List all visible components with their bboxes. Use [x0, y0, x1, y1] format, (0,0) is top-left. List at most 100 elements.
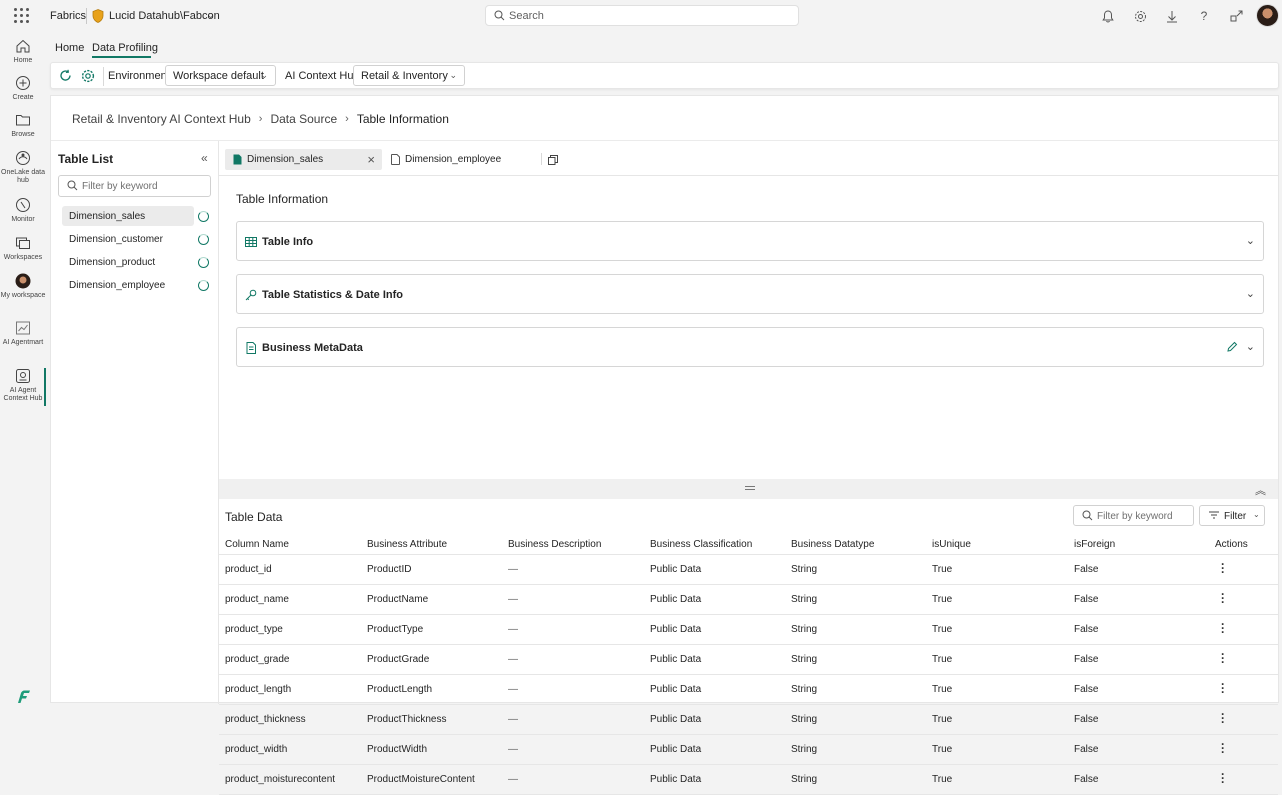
- table-cell: False: [1074, 594, 1099, 605]
- divider: [86, 8, 87, 24]
- table-row[interactable]: product_thickness ProductThickness — Public…: [219, 705, 1278, 735]
- nav-browse[interactable]: Browse: [0, 112, 46, 139]
- help-icon[interactable]: ?: [1196, 8, 1212, 24]
- nav-ai-agent-context-hub[interactable]: AI Agent Context Hub: [0, 368, 46, 403]
- table-row[interactable]: product_name ProductName — Public Data Strin…: [219, 585, 1278, 615]
- table-cell: —: [508, 624, 518, 635]
- chevron-down-icon: ⌄: [260, 70, 268, 80]
- table-row[interactable]: product_id ProductID — Public Data String Tru…: [219, 555, 1278, 585]
- drag-handle-icon[interactable]: [745, 486, 755, 490]
- table-row[interactable]: product_grade ProductGrade — Public Data Str…: [219, 645, 1278, 675]
- nav-create[interactable]: Create: [0, 75, 46, 102]
- table-cell: ProductLength: [367, 684, 433, 695]
- more-actions-icon[interactable]: · · ·: [1221, 708, 1225, 728]
- chevron-down-icon: ⌄: [1245, 341, 1255, 353]
- table-cell: ProductName: [367, 594, 429, 605]
- table-row[interactable]: product_moisturecontent ProductMoistureCo…: [219, 765, 1278, 795]
- column-header[interactable]: Business Classification: [650, 539, 752, 550]
- nav-label: OneLake data hub: [1, 169, 45, 184]
- chevron-double-up-icon[interactable]: ︽: [1255, 482, 1266, 498]
- more-actions-icon[interactable]: · · ·: [1221, 768, 1225, 788]
- table-row[interactable]: product_length ProductLength — Public Data S…: [219, 675, 1278, 705]
- table-cell: False: [1074, 684, 1099, 695]
- tab-data-profiling[interactable]: Data Profiling: [92, 42, 158, 54]
- tab-home[interactable]: Home: [55, 42, 84, 54]
- monitor-icon: [16, 198, 30, 212]
- app-launcher-icon[interactable]: [14, 8, 30, 24]
- list-item[interactable]: Dimension_customer: [62, 229, 194, 249]
- breadcrumb-item[interactable]: Retail & Inventory AI Context Hub: [72, 112, 251, 126]
- panel-splitter[interactable]: ︽: [219, 479, 1278, 499]
- table-cell: Public Data: [650, 654, 702, 665]
- filter-button[interactable]: Filter ⌄: [1199, 505, 1265, 526]
- table-list-title: Table List: [58, 152, 114, 166]
- table-header-row: Column Name Business Attribute Business …: [219, 533, 1278, 555]
- table-detail-area: Dimension_sales × Dimension_employee Tab…: [219, 141, 1278, 795]
- list-item[interactable]: Dimension_product: [62, 252, 194, 272]
- file-tab[interactable]: Dimension_employee: [383, 149, 533, 170]
- breadcrumb-item[interactable]: Data Source: [270, 112, 337, 126]
- accordion-table-info[interactable]: Table Info ⌄: [236, 221, 1264, 261]
- chevron-down-icon[interactable]: ⌄: [207, 10, 215, 21]
- column-header[interactable]: Business Attribute: [367, 539, 447, 550]
- accordion-table-statistics[interactable]: Table Statistics & Date Info ⌄: [236, 274, 1264, 314]
- settings-icon[interactable]: [81, 69, 95, 83]
- search-placeholder: Search: [509, 10, 544, 22]
- active-indicator: [44, 368, 46, 406]
- refresh-icon[interactable]: [59, 69, 72, 82]
- download-icon[interactable]: [1164, 8, 1180, 24]
- gear-icon[interactable]: [1132, 8, 1148, 24]
- table-cell: ProductWidth: [367, 744, 428, 755]
- nav-workspaces[interactable]: Workspaces: [0, 235, 46, 262]
- column-header[interactable]: isUnique: [932, 539, 971, 550]
- table-cell: True: [932, 564, 953, 575]
- column-header[interactable]: isForeign: [1074, 539, 1115, 550]
- nav-label: Browse: [11, 131, 35, 138]
- table-row[interactable]: product_width ProductWidth — Public Data Str…: [219, 735, 1278, 765]
- content-panel: Retail & Inventory AI Context Hub › Data…: [50, 95, 1280, 795]
- filter-placeholder: Filter by keyword: [82, 181, 158, 192]
- context-hub-label: AI Context Hub: [285, 70, 360, 82]
- column-header[interactable]: Business Description: [508, 539, 601, 550]
- column-header[interactable]: Business Datatype: [791, 539, 874, 550]
- close-icon[interactable]: ×: [367, 152, 375, 167]
- edit-pencil-icon[interactable]: [1226, 341, 1238, 353]
- more-actions-icon[interactable]: · · ·: [1221, 648, 1225, 668]
- bell-icon[interactable]: [1100, 8, 1116, 24]
- table-row[interactable]: product_type ProductType — Public Data Strin…: [219, 615, 1278, 645]
- list-item[interactable]: Dimension_employee: [62, 275, 194, 295]
- more-actions-icon[interactable]: · · ·: [1221, 618, 1225, 638]
- environment-select[interactable]: Workspace default ⌄: [165, 65, 276, 86]
- table-cell: String: [791, 744, 818, 755]
- table-cell: Public Data: [650, 774, 702, 785]
- more-actions-icon[interactable]: · · ·: [1221, 588, 1225, 608]
- file-tab-active[interactable]: Dimension_sales ×: [225, 149, 382, 170]
- chevron-right-icon: ›: [258, 113, 263, 125]
- table-data-filter-input[interactable]: Filter by keyword: [1073, 505, 1194, 526]
- nav-onelake[interactable]: OneLake data hub: [0, 150, 46, 185]
- avatar[interactable]: [1256, 4, 1279, 27]
- brand-name[interactable]: Fabrics: [50, 10, 86, 22]
- collapse-icon[interactable]: «: [201, 151, 208, 165]
- nav-home[interactable]: Home: [0, 38, 46, 65]
- accordion-business-metadata[interactable]: Business MetaData ⌄: [236, 327, 1264, 367]
- table-cell: String: [791, 564, 818, 575]
- nav-my-workspace[interactable]: My workspace: [0, 273, 46, 300]
- nav-label: Workspaces: [3, 254, 43, 261]
- column-header[interactable]: Column Name: [225, 539, 289, 550]
- more-actions-icon[interactable]: · · ·: [1221, 738, 1225, 758]
- nav-ai-agentmart[interactable]: AI Agentmart: [0, 320, 46, 347]
- table-filter-input[interactable]: Filter by keyword: [58, 175, 211, 197]
- search-input[interactable]: Search: [485, 5, 799, 26]
- table-cell: —: [508, 684, 518, 695]
- table-cell: product_length: [225, 684, 292, 695]
- copy-icon[interactable]: [548, 155, 558, 165]
- more-actions-icon[interactable]: · · ·: [1221, 558, 1225, 578]
- nav-monitor[interactable]: Monitor: [0, 197, 46, 224]
- workspace-name[interactable]: Lucid Datahub\Fabcon: [109, 10, 220, 22]
- context-hub-select[interactable]: Retail & Inventory ⌄: [353, 65, 465, 86]
- share-icon[interactable]: [1228, 8, 1244, 24]
- table-list-panel: Table List « Filter by keyword Dimension…: [51, 141, 219, 704]
- more-actions-icon[interactable]: · · ·: [1221, 678, 1225, 698]
- list-item[interactable]: Dimension_sales: [62, 206, 194, 226]
